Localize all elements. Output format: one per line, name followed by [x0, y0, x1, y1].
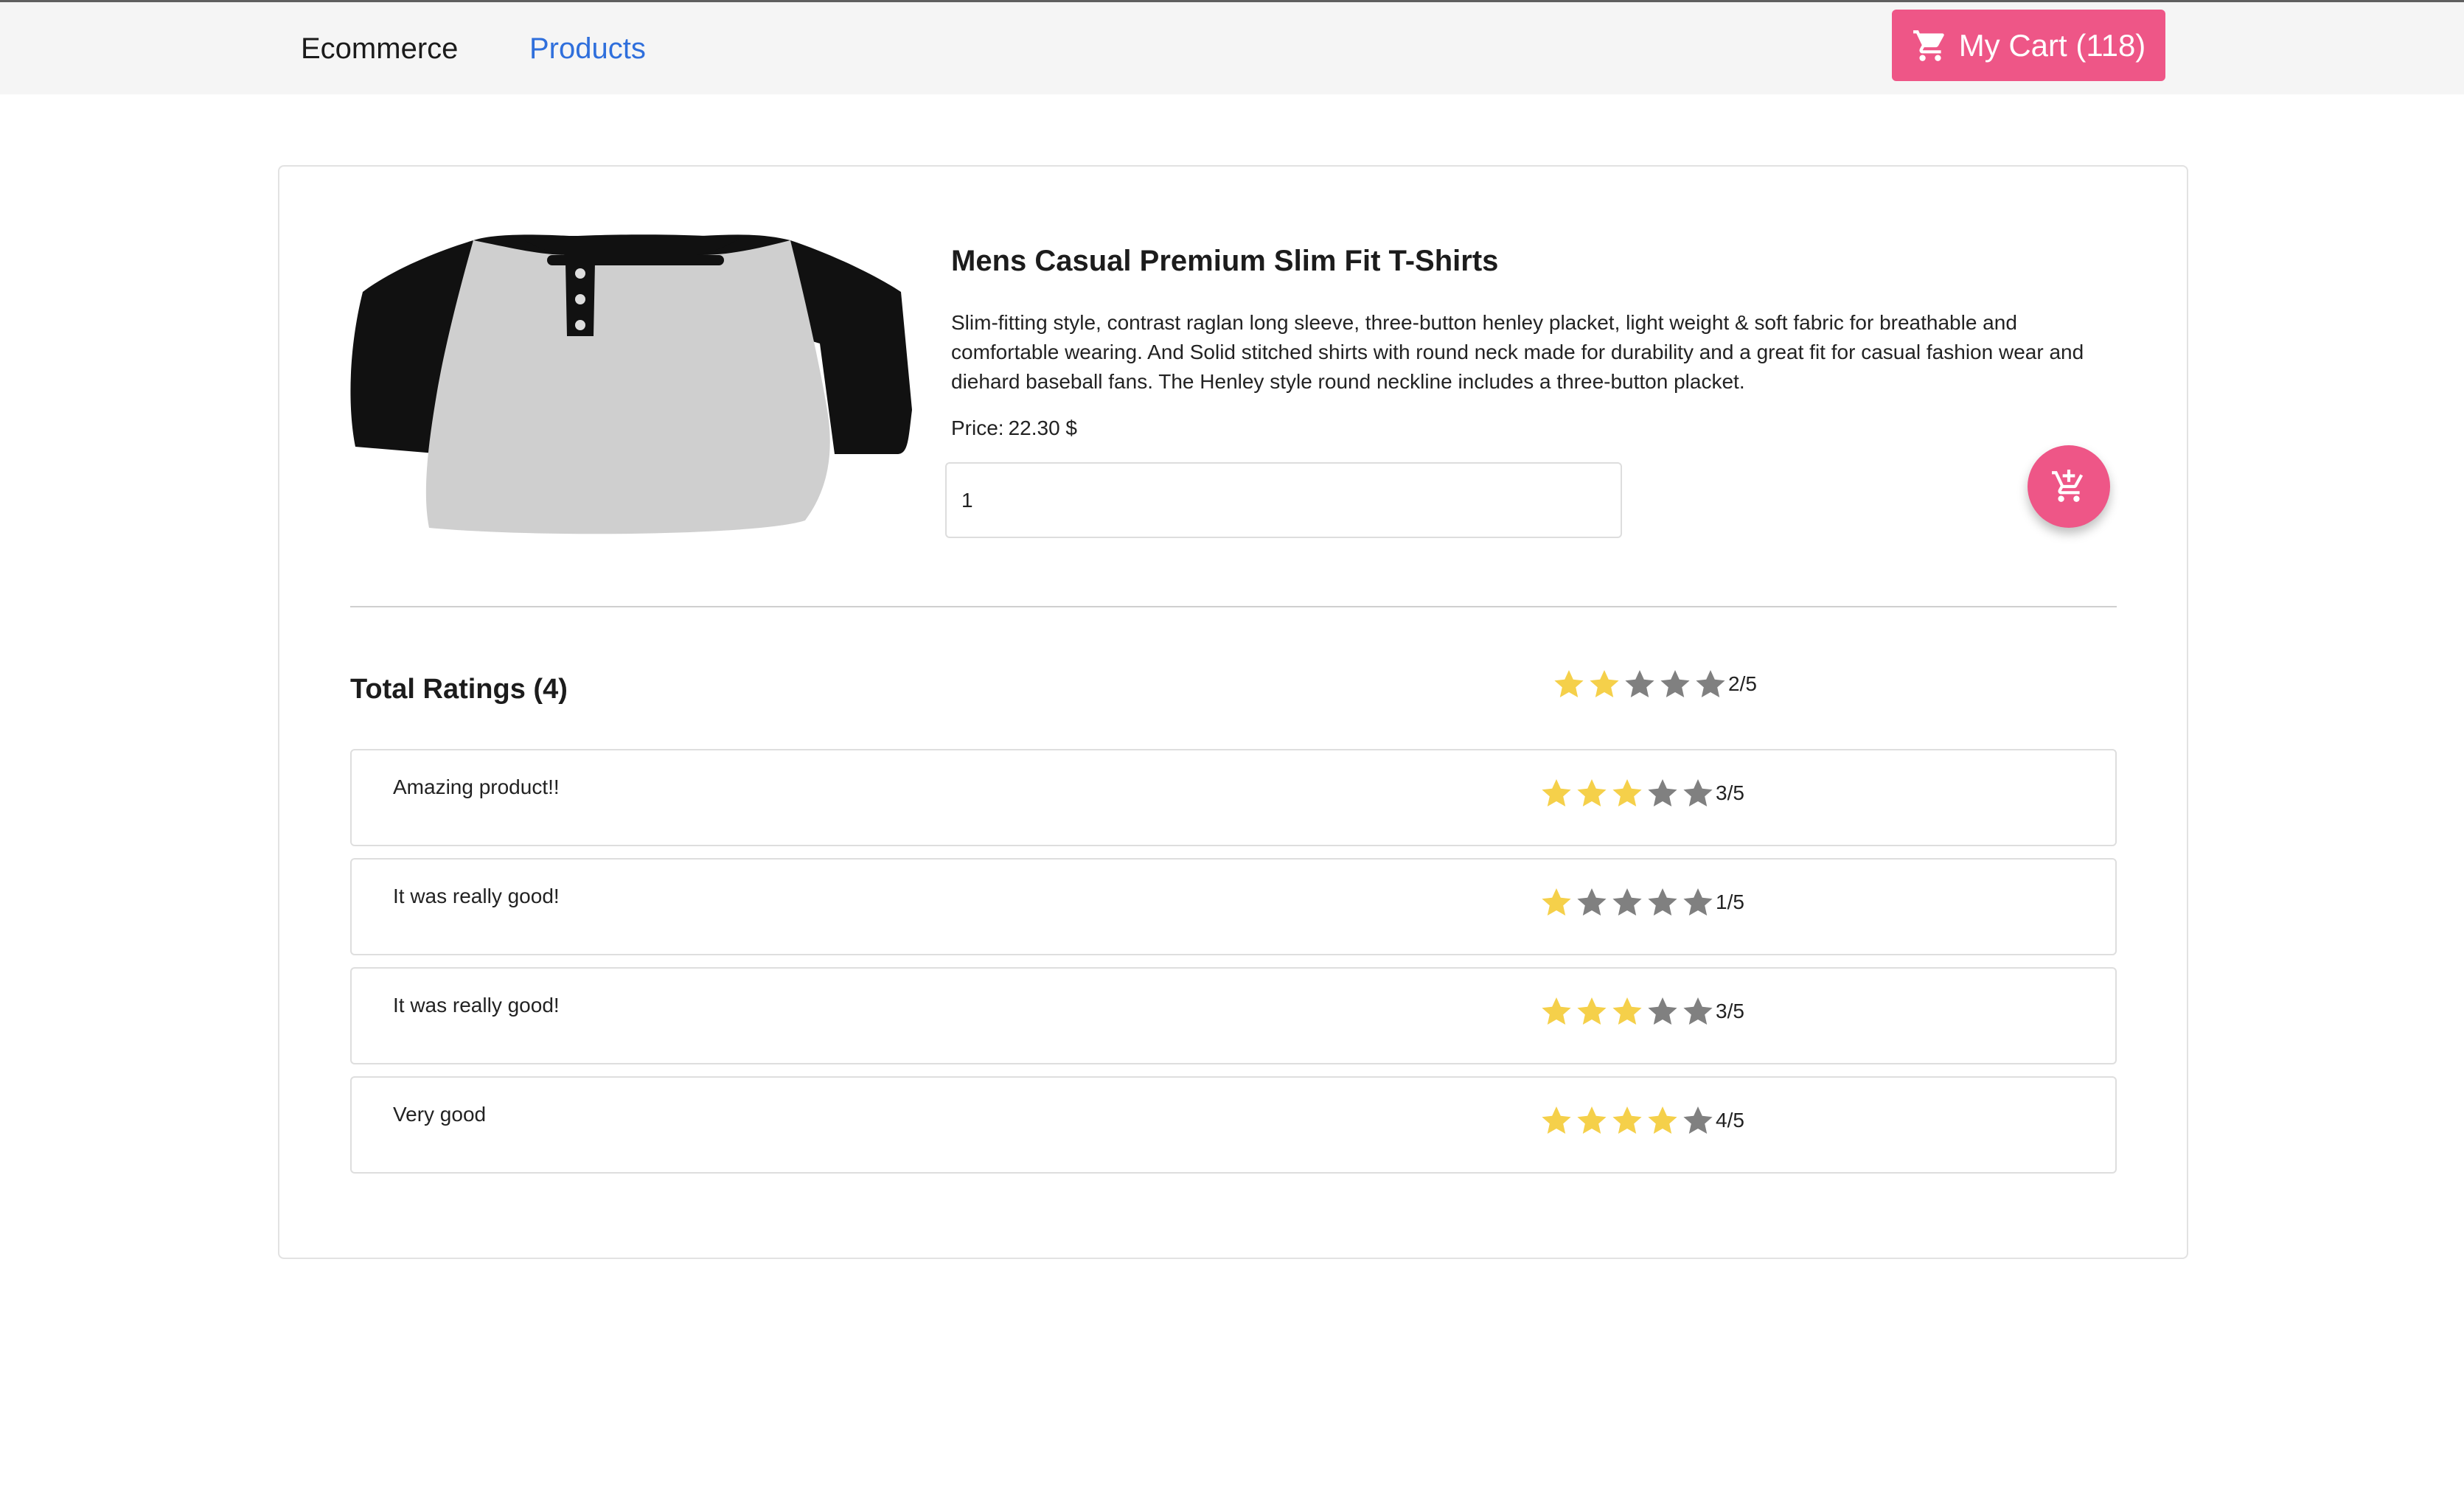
review-rating-score: 4/5: [1716, 1109, 1744, 1132]
star-filled-icon: [1577, 779, 1607, 806]
star-filled-icon: [1542, 1106, 1571, 1134]
shopping-cart-icon: [1913, 29, 1944, 61]
tshirt-image: [350, 234, 912, 534]
star-empty-icon: [1683, 1106, 1713, 1134]
review-rating-stars: 3/5: [1539, 994, 1744, 1029]
star-filled-icon: [1612, 779, 1642, 806]
review-text: It was really good!: [393, 994, 560, 1017]
star-empty-icon: [1648, 888, 1677, 916]
star-empty-icon: [1648, 997, 1677, 1025]
star-empty-icon: [1660, 670, 1690, 697]
add-to-cart-button[interactable]: [2028, 445, 2110, 528]
star-filled-icon: [1612, 1106, 1642, 1134]
review-text: It was really good!: [393, 885, 560, 907]
star-filled-icon: [1590, 670, 1619, 697]
star-filled-icon: [1542, 997, 1571, 1025]
star-empty-icon: [1577, 888, 1607, 916]
review-card: Very good 4/5: [350, 1076, 2117, 1174]
average-rating-stars: 2/5: [1551, 666, 1757, 702]
star-filled-icon: [1648, 1106, 1677, 1134]
my-cart-label: My Cart (118): [1958, 27, 2146, 63]
review-rating-stars: 3/5: [1539, 775, 1744, 811]
star-filled-icon: [1554, 670, 1584, 697]
my-cart-button[interactable]: My Cart (118): [1892, 10, 2165, 81]
review-rating-stars: 1/5: [1539, 885, 1744, 920]
review-rating-score: 3/5: [1716, 781, 1744, 804]
total-ratings-heading: Total Ratings (4): [350, 674, 568, 705]
star-empty-icon: [1696, 670, 1725, 697]
star-empty-icon: [1683, 888, 1713, 916]
review-text: Very good: [393, 1103, 487, 1126]
star-empty-icon: [1648, 779, 1677, 806]
review-text: Amazing product!!: [393, 775, 560, 798]
review-card: It was really good! 1/5: [350, 858, 2117, 955]
section-divider: [350, 606, 2117, 607]
star-filled-icon: [1542, 779, 1571, 806]
star-empty-icon: [1625, 670, 1654, 697]
review-card: It was really good! 3/5: [350, 967, 2117, 1064]
product-price: Price: 22.30 $: [951, 415, 1082, 442]
brand-title[interactable]: Ecommerce: [301, 32, 458, 66]
quantity-input[interactable]: [945, 462, 1622, 538]
nav-products-link[interactable]: Products: [529, 32, 646, 66]
review-rating-score: 1/5: [1716, 890, 1744, 913]
star-filled-icon: [1577, 997, 1607, 1025]
add-shopping-cart-icon: [2052, 470, 2084, 502]
review-card: Amazing product!! 3/5: [350, 749, 2117, 846]
product-description: Slim-fitting style, contrast raglan long…: [951, 311, 2084, 393]
star-filled-icon: [1612, 997, 1642, 1025]
star-filled-icon: [1577, 1106, 1607, 1134]
review-rating-score: 3/5: [1716, 1000, 1744, 1022]
product-title: Mens Casual Premium Slim Fit T-Shirts: [951, 245, 1499, 277]
navbar: Ecommerce Products My Cart (118): [0, 2, 2464, 94]
star-empty-icon: [1683, 779, 1713, 806]
average-rating-score: 2/5: [1728, 672, 1757, 695]
review-rating-stars: 4/5: [1539, 1103, 1744, 1138]
star-filled-icon: [1542, 888, 1571, 916]
star-empty-icon: [1683, 997, 1713, 1025]
price-value: 22.30 $: [1008, 416, 1077, 439]
star-empty-icon: [1612, 888, 1642, 916]
price-label: Price:: [951, 416, 1004, 439]
